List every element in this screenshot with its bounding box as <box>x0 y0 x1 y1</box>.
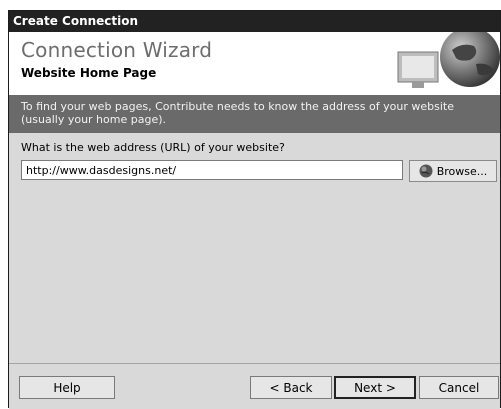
url-input[interactable] <box>21 160 403 180</box>
button-bar: Help < Back Next > Cancel <box>9 364 500 409</box>
dialog-title: Create Connection <box>9 11 500 32</box>
url-question-label: What is the web address (URL) of your we… <box>21 141 285 154</box>
wizard-banner: Connection Wizard Website Home Page <box>9 32 500 96</box>
content-area: What is the web address (URL) of your we… <box>9 133 500 364</box>
globe-monitor-icon <box>397 32 500 88</box>
browse-button-label: Browse... <box>436 164 488 178</box>
next-button[interactable]: Next > <box>334 376 416 399</box>
wizard-subtitle: Website Home Page <box>21 66 157 80</box>
wizard-title: Connection Wizard <box>21 38 213 62</box>
help-button[interactable]: Help <box>19 376 115 399</box>
browse-button[interactable]: Browse... <box>409 160 497 182</box>
instruction-text: To find your web pages, Contribute needs… <box>9 95 500 133</box>
cancel-button[interactable]: Cancel <box>419 376 499 399</box>
create-connection-dialog: Create Connection Connection Wizard Webs… <box>8 10 501 409</box>
back-button[interactable]: < Back <box>250 376 332 399</box>
globe-icon <box>419 164 433 178</box>
